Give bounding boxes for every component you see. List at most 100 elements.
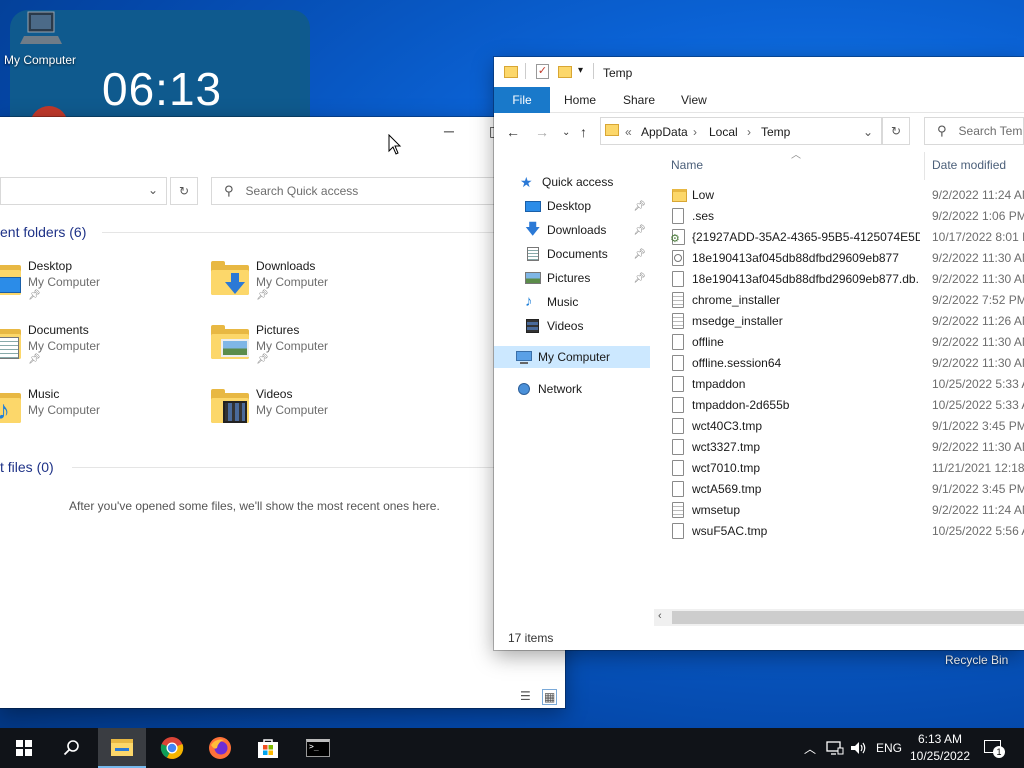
nav-item-desktop[interactable]: Desktop 📌︎ (494, 195, 650, 217)
show-hidden-icons-chevron[interactable]: ︿ (804, 728, 816, 768)
file-name: tmpaddon (692, 377, 746, 391)
pin-icon: 📌︎ (256, 290, 269, 301)
file-row[interactable]: wct7010.tmp 11/21/2021 12:18 (672, 458, 1024, 479)
address-bar[interactable]: « AppData › Local › Temp ⌄ (600, 117, 882, 145)
forward-arrow-icon[interactable]: → (535, 124, 549, 140)
column-header-date-modified[interactable]: Date modified (932, 158, 1006, 172)
network-tray-icon[interactable] (826, 728, 844, 768)
volume-icon[interactable] (850, 728, 868, 768)
notification-center-button[interactable]: 1 (984, 728, 1005, 768)
ribbon: File Home Share View (494, 87, 1024, 113)
folder-tile-downloads[interactable]: Downloads My Computer 📌︎ (211, 257, 411, 313)
customize-toolbar-icon[interactable]: ▾ (578, 65, 583, 76)
tab-share[interactable]: Share (623, 87, 655, 113)
recent-files-header[interactable]: t files (0) (0, 459, 54, 475)
desktop-icon-my-computer[interactable]: My Computer (0, 8, 80, 67)
nav-item-my-computer[interactable]: My Computer (494, 346, 650, 368)
file-row[interactable]: wct40C3.tmp 9/1/2022 3:45 PM (672, 416, 1024, 437)
taskbar-terminal[interactable]: >_ (294, 728, 342, 768)
file-date-modified: 9/2/2022 11:26 AM (932, 314, 1024, 328)
nav-item-documents[interactable]: Documents 📌︎ (494, 243, 650, 265)
nav-item-pictures[interactable]: Pictures 📌︎ (494, 267, 650, 289)
file-date-modified: 9/2/2022 11:30 AM (932, 440, 1024, 454)
search-icon (63, 740, 79, 756)
language-indicator[interactable]: ENG (876, 728, 902, 768)
search-input[interactable]: ⚲ Search Tem (924, 117, 1024, 145)
file-row[interactable]: offline 9/2/2022 11:30 AM (672, 332, 1024, 353)
overflow-chevron-icon[interactable]: « (625, 125, 632, 139)
pin-icon[interactable]: 📌︎ (633, 201, 646, 212)
file-date-modified: 10/25/2022 5:33 AM (932, 398, 1024, 412)
column-separator[interactable] (924, 152, 925, 180)
tab-view[interactable]: View (681, 87, 707, 113)
frequent-folders-header[interactable]: ent folders (6) (0, 224, 86, 240)
file-row[interactable]: wct3327.tmp 9/2/2022 11:30 AM (672, 437, 1024, 458)
minimize-button[interactable]: ─ (444, 123, 454, 139)
file-row[interactable]: 18e190413af045db88dfbd29609eb877 9/2/2022… (672, 248, 1024, 269)
file-row[interactable]: chrome_installer 9/2/2022 7:52 PM (672, 290, 1024, 311)
downloads-folder-icon (211, 261, 251, 305)
scroll-left-arrow-icon[interactable]: ‹ (658, 610, 662, 622)
search-button[interactable] (48, 728, 96, 768)
nav-item-music[interactable]: ♪ Music (494, 291, 650, 313)
taskbar-chrome[interactable] (148, 728, 196, 768)
file-row[interactable]: Low 9/2/2022 11:24 AM (672, 185, 1024, 206)
file-row[interactable]: wmsetup 9/2/2022 11:24 AM (672, 500, 1024, 521)
chevron-down-icon[interactable]: ⌄ (148, 183, 158, 197)
pin-icon[interactable]: 📌︎ (633, 273, 646, 284)
back-arrow-icon[interactable]: ← (506, 124, 520, 140)
taskbar-clock[interactable]: 6:13 AM 10/25/2022 (900, 731, 980, 765)
start-button[interactable] (0, 728, 48, 768)
breadcrumb-appdata[interactable]: AppData (641, 125, 688, 139)
new-folder-icon[interactable] (558, 64, 572, 78)
folder-tile-desktop[interactable]: Desktop My Computer 📌︎ (0, 257, 183, 313)
nav-item-quick-access[interactable]: ★ Quick access (494, 171, 650, 193)
file-row[interactable]: .ses 9/2/2022 1:06 PM (672, 206, 1024, 227)
file-row[interactable]: msedge_installer 9/2/2022 11:26 AM (672, 311, 1024, 332)
file-name: wct7010.tmp (692, 461, 761, 475)
videos-folder-icon (211, 389, 251, 433)
details-view-icon[interactable]: ☰ (520, 689, 531, 703)
pin-icon[interactable]: 📌︎ (633, 225, 646, 236)
tab-file[interactable]: File (494, 87, 550, 113)
file-row[interactable]: offline.session64 9/2/2022 11:30 AM (672, 353, 1024, 374)
properties-icon[interactable]: ✓ (536, 64, 549, 79)
nav-item-network[interactable]: Network (494, 378, 650, 400)
folder-tile-documents[interactable]: Documents My Computer 📌︎ (0, 321, 183, 377)
horizontal-scrollbar[interactable]: ‹ (654, 609, 1024, 626)
breadcrumb-temp[interactable]: Temp (761, 125, 790, 139)
search-input[interactable]: ⚲ Search Quick access (211, 177, 501, 205)
file-date-modified: 10/25/2022 5:33 AM (932, 377, 1024, 391)
taskbar: >_ ︿ ENG 6:13 AM 10/25/2022 1 (0, 728, 1024, 768)
chevron-down-icon[interactable]: ⌄ (863, 125, 873, 139)
recent-locations-chevron-icon[interactable]: ⌄ (562, 127, 570, 138)
tab-home[interactable]: Home (564, 87, 596, 113)
up-arrow-icon[interactable]: ↑ (580, 124, 587, 140)
breadcrumb-local[interactable]: Local (709, 125, 738, 139)
pin-icon[interactable]: 📌︎ (633, 249, 646, 260)
taskbar-firefox[interactable] (196, 728, 244, 768)
file-row[interactable]: 18e190413af045db88dfbd29609eb877.db.... 9… (672, 269, 1024, 290)
file-date-modified: 10/17/2022 8:01 PM (932, 230, 1024, 244)
folder-tile-pictures[interactable]: Pictures My Computer 📌︎ (211, 321, 411, 377)
desktop-icon (525, 198, 541, 214)
scrollbar-thumb[interactable] (672, 611, 1024, 624)
nav-item-downloads[interactable]: 🡇 Downloads 📌︎ (494, 219, 650, 241)
nav-item-videos[interactable]: Videos (494, 315, 650, 337)
file-row[interactable]: tmpaddon-2d655b 10/25/2022 5:33 AM (672, 395, 1024, 416)
file-icon (672, 397, 684, 413)
column-header-name[interactable]: Name (671, 158, 703, 172)
file-row[interactable]: wctA569.tmp 9/1/2022 3:45 PM (672, 479, 1024, 500)
refresh-button[interactable]: ↻ (170, 177, 198, 205)
taskbar-store[interactable] (244, 728, 292, 768)
folder-tile-videos[interactable]: Videos My Computer (211, 385, 411, 441)
file-row[interactable]: wsuF5AC.tmp 10/25/2022 5:56 AM (672, 521, 1024, 542)
large-icons-view-icon[interactable]: ▦ (542, 689, 558, 705)
refresh-button[interactable]: ↻ (882, 117, 910, 145)
file-row[interactable]: tmpaddon 10/25/2022 5:33 AM (672, 374, 1024, 395)
recycle-bin-label[interactable]: Recycle Bin (945, 653, 1008, 667)
address-bar[interactable]: ⌄ (0, 177, 167, 205)
folder-tile-music[interactable]: ♪ Music My Computer (0, 385, 183, 441)
file-row[interactable]: ⚙ {21927ADD-35A2-4365-95B5-4125074E5D... 1… (670, 227, 1024, 248)
taskbar-file-explorer[interactable] (98, 728, 146, 768)
